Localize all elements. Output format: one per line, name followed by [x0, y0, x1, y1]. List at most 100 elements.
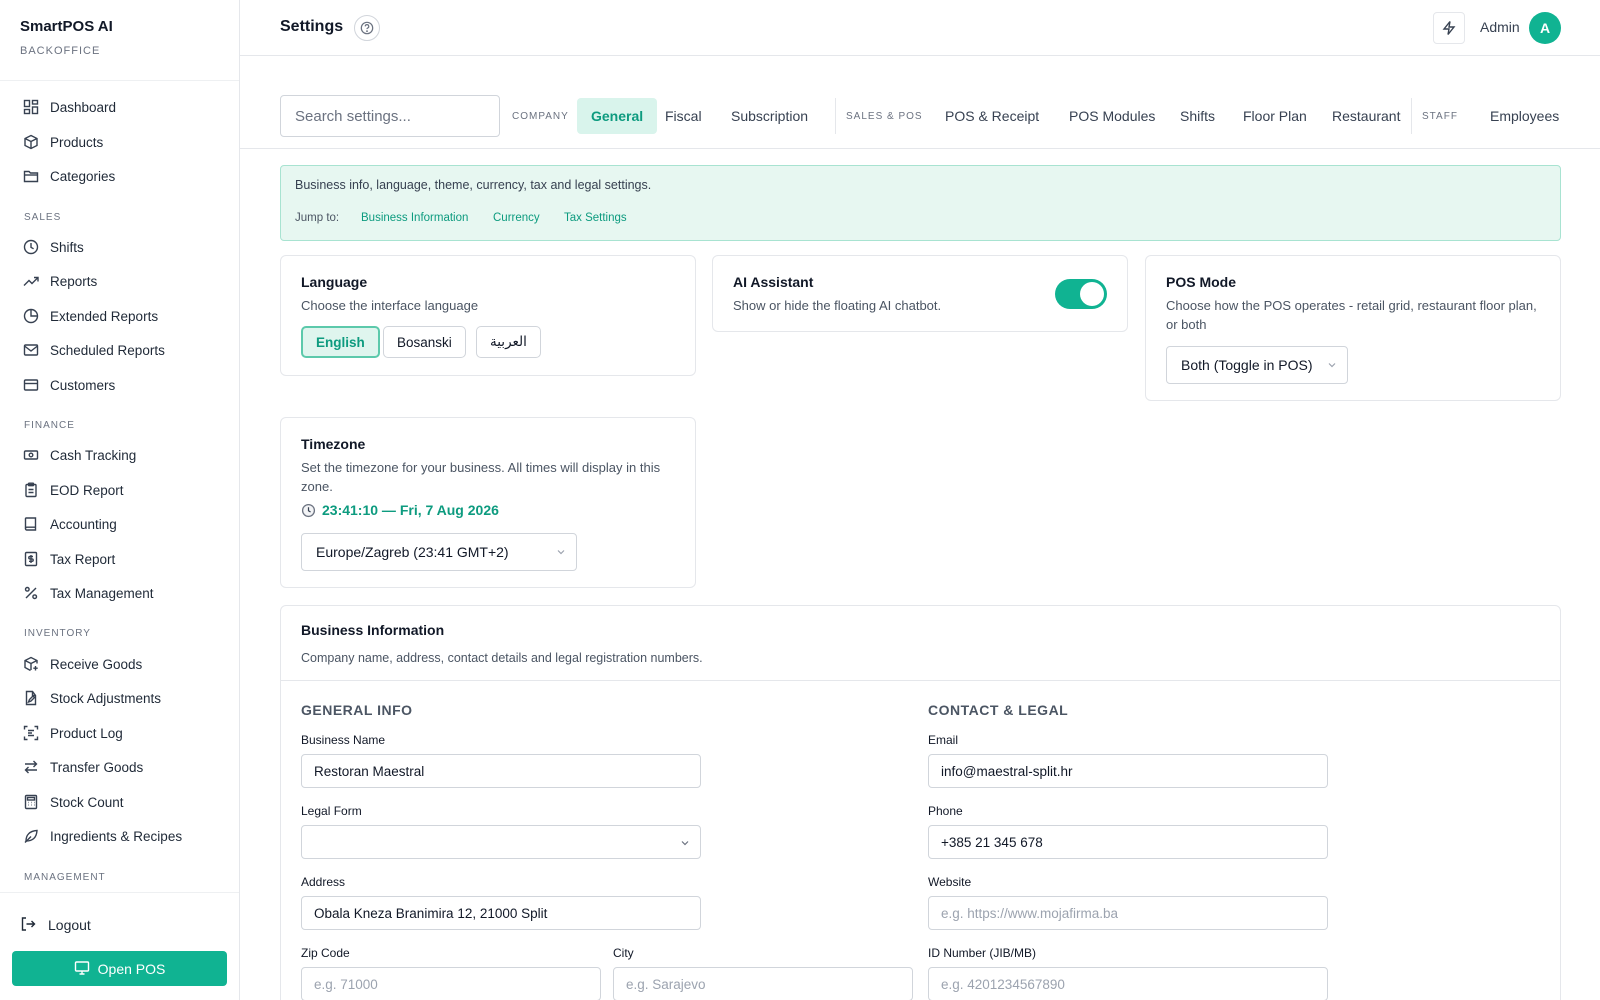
arrows-icon — [22, 758, 40, 776]
pos-mode-desc: Choose how the POS operates - retail gri… — [1166, 298, 1537, 332]
help-button[interactable] — [354, 15, 380, 41]
sidebar-item-extended-reports[interactable]: Extended Reports — [0, 301, 239, 331]
search-input[interactable] — [280, 95, 500, 137]
sidebar-item-label: Shifts — [50, 239, 84, 255]
sidebar-item-label: Scheduled Reports — [50, 342, 165, 358]
phone-input[interactable] — [928, 825, 1328, 859]
folder-icon — [22, 167, 40, 185]
dashboard-icon — [22, 98, 40, 116]
jump-link-business-information[interactable]: Business Information — [361, 212, 468, 224]
tab-general[interactable]: General — [577, 98, 658, 134]
tab-pos-receipt[interactable]: POS & Receipt — [931, 98, 1053, 134]
banknote-icon — [22, 446, 40, 464]
sidebar-section-inventory: INVENTORY — [24, 628, 91, 639]
id-number-input[interactable] — [928, 967, 1328, 1000]
zip-code-input[interactable] — [301, 967, 601, 1000]
current-time-value: 23:41:10 — Fri, 7 Aug 2026 — [322, 502, 499, 518]
business-information-title: Business Information — [301, 622, 445, 638]
ai-assistant-toggle[interactable] — [1055, 279, 1107, 309]
tab-group-staff: STAFF — [1422, 111, 1458, 122]
tab-shifts[interactable]: Shifts — [1166, 98, 1229, 134]
divider — [1411, 98, 1412, 134]
language-option-arabic[interactable]: العربية — [476, 326, 541, 358]
sidebar-item-stock-adjustments[interactable]: Stock Adjustments — [0, 683, 239, 713]
contact-legal-heading: CONTACT & LEGAL — [928, 702, 1069, 718]
address-input[interactable] — [301, 896, 701, 930]
info-banner: Business info, language, theme, currency… — [280, 165, 1561, 241]
bolt-icon — [1441, 20, 1457, 36]
sidebar-item-stock-count[interactable]: Stock Count — [0, 787, 239, 817]
divider — [0, 892, 239, 893]
language-card: Language Choose the interface language E… — [280, 255, 696, 376]
language-desc: Choose the interface language — [301, 298, 479, 313]
calculator-icon — [22, 793, 40, 811]
language-option-english[interactable]: English — [301, 326, 380, 358]
sidebar-item-tax-management[interactable]: Tax Management — [0, 578, 239, 608]
logout-button[interactable]: Logout — [20, 912, 91, 938]
jump-link-currency[interactable]: Currency — [493, 212, 540, 224]
sidebar-item-accounting[interactable]: Accounting — [0, 509, 239, 539]
ai-assistant-desc: Show or hide the floating AI chatbot. — [733, 298, 942, 313]
pos-mode-select[interactable]: Both (Toggle in POS) — [1166, 346, 1348, 384]
help-icon — [360, 21, 374, 35]
city-input[interactable] — [613, 967, 913, 1000]
legal-form-select[interactable] — [301, 825, 701, 859]
dollar-file-icon — [22, 550, 40, 568]
tab-subscription[interactable]: Subscription — [717, 98, 822, 134]
timezone-select[interactable]: Europe/Zagreb (23:41 GMT+2) — [301, 533, 577, 571]
sidebar-item-customers[interactable]: Customers — [0, 370, 239, 400]
tab-group-company: COMPANY — [512, 111, 569, 122]
quick-actions-button[interactable] — [1433, 12, 1465, 44]
sidebar-item-reports[interactable]: Reports — [0, 266, 239, 296]
jump-label: Jump to: — [295, 212, 340, 224]
jump-link-tax-settings[interactable]: Tax Settings — [564, 212, 627, 224]
sidebar-item-shifts[interactable]: Shifts — [0, 232, 239, 262]
sidebar-item-products[interactable]: Products — [0, 127, 239, 157]
tab-restaurant[interactable]: Restaurant — [1318, 98, 1414, 134]
user-name[interactable]: Admin — [1480, 19, 1520, 35]
sidebar-item-label: Tax Management — [50, 585, 154, 601]
sidebar-item-transfer-goods[interactable]: Transfer Goods — [0, 752, 239, 782]
settings-tabs-bar: COMPANY General Fiscal Subscription SALE… — [240, 56, 1600, 149]
sidebar-item-categories[interactable]: Categories — [0, 161, 239, 191]
business-information-desc: Company name, address, contact details a… — [301, 651, 703, 665]
brand-title: SmartPOS AI — [20, 18, 113, 35]
tab-employees[interactable]: Employees — [1476, 98, 1573, 134]
divider — [0, 80, 239, 81]
sidebar-item-tax-report[interactable]: Tax Report — [0, 544, 239, 574]
website-label: Website — [928, 875, 972, 889]
monitor-icon — [74, 960, 92, 978]
sidebar-item-dashboard[interactable]: Dashboard — [0, 92, 239, 122]
sidebar-item-label: Extended Reports — [50, 308, 159, 324]
toggle-knob — [1080, 282, 1104, 306]
sidebar-item-label: Tax Report — [50, 551, 116, 567]
tab-floor-plan[interactable]: Floor Plan — [1229, 98, 1321, 134]
open-pos-button[interactable]: Open POS — [12, 951, 227, 986]
sidebar-item-label: EOD Report — [50, 482, 124, 498]
business-name-input[interactable] — [301, 754, 701, 788]
sidebar-item-product-log[interactable]: Product Log — [0, 718, 239, 748]
zip-code-label: Zip Code — [301, 946, 350, 960]
sidebar-item-label: Cash Tracking — [50, 447, 137, 463]
pie-chart-icon — [22, 307, 40, 325]
timezone-desc: Set the timezone for your business. All … — [301, 460, 661, 494]
city-label: City — [613, 946, 634, 960]
sidebar-item-label: Receive Goods — [50, 656, 143, 672]
language-option-bosanski[interactable]: Bosanski — [383, 326, 466, 358]
sidebar-item-receive-goods[interactable]: Receive Goods — [0, 649, 239, 679]
sidebar-item-label: Products — [50, 134, 104, 150]
sidebar-item-eod-report[interactable]: EOD Report — [0, 475, 239, 505]
sidebar: SmartPOS AI BACKOFFICE Dashboard Product… — [0, 0, 240, 1000]
website-input[interactable] — [928, 896, 1328, 930]
sidebar-item-scheduled-reports[interactable]: Scheduled Reports — [0, 335, 239, 365]
tab-fiscal[interactable]: Fiscal — [651, 98, 716, 134]
tab-pos-modules[interactable]: POS Modules — [1055, 98, 1169, 134]
sidebar-item-label: Categories — [50, 168, 116, 184]
sidebar-item-cash-tracking[interactable]: Cash Tracking — [0, 440, 239, 470]
sidebar-item-ingredients-recipes[interactable]: Ingredients & Recipes — [0, 821, 239, 851]
avatar[interactable]: A — [1529, 12, 1561, 44]
legal-form-label: Legal Form — [301, 804, 362, 818]
email-input[interactable] — [928, 754, 1328, 788]
card-icon — [22, 376, 40, 394]
sidebar-item-label: Accounting — [50, 516, 117, 532]
